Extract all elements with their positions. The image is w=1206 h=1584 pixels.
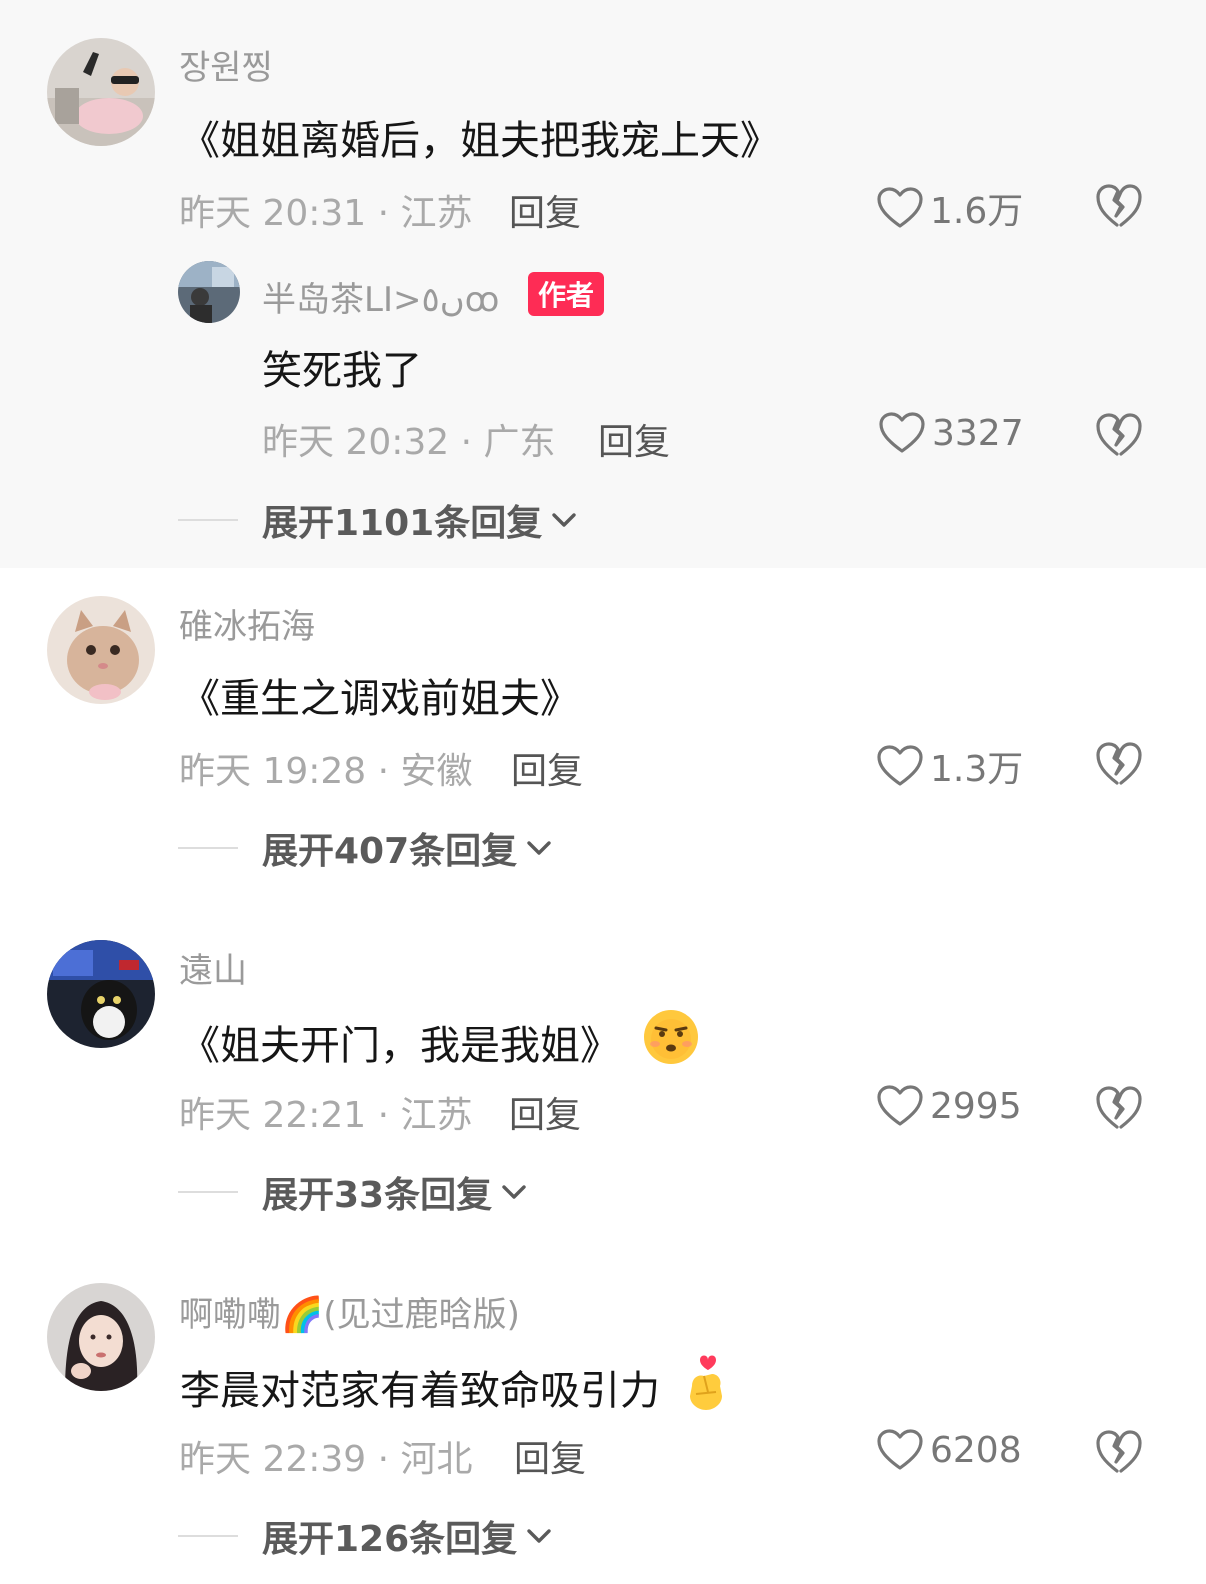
comment-meta: 昨天 19:28 · 安徽 [179,751,473,792]
like-count: 2995 [930,1085,1022,1127]
comment-username[interactable]: 장원찡 [179,40,273,89]
comment-text-label: 《姐姐离婚后，姐夫把我宠上天》 [180,118,780,164]
like-button[interactable]: 2995 [876,1084,1022,1128]
heart-icon [876,1428,924,1472]
chevron-down-icon [525,1526,553,1546]
comment-username[interactable]: 啊嘞嘞🌈(见过鹿晗版) [179,1287,520,1336]
comment-text-label: 《姐夫开门，我是我姐》 [180,1023,620,1069]
reply-meta: 昨天 20:32 · 广东 [262,422,556,463]
like-button[interactable]: 1.6万 [876,182,1023,234]
expand-replies-button[interactable]: 展开126条回复 [178,1510,553,1562]
chevron-down-icon [525,838,553,858]
like-count: 1.3万 [930,749,1024,790]
comment-text: 《姐夫开门，我是我姐》 [180,1008,700,1076]
expand-replies-label: 展开33条回复 [262,1175,493,1216]
broken-heart-icon[interactable] [1094,182,1144,230]
finger-heart-emoji [682,1352,730,1422]
reply-button[interactable]: 回复 [509,1086,581,1138]
reply-button[interactable]: 回复 [514,1430,586,1482]
divider-line [178,1535,238,1537]
heart-icon [878,411,926,455]
like-count: 6208 [930,1429,1022,1471]
user-avatar[interactable] [47,38,155,146]
comment-username[interactable]: 碓冰拓海 [179,599,315,648]
divider-line [178,519,238,521]
author-badge: 作者 [528,272,605,316]
like-button[interactable]: 1.3万 [876,740,1023,792]
reply-text-label: 笑死我了 [262,348,422,394]
reply-text: 笑死我了 [262,338,422,396]
heart-icon [876,744,924,788]
heart-icon [876,1084,924,1128]
reply-button[interactable]: 回复 [511,742,583,794]
chevron-down-icon [500,1182,528,1202]
comment-meta: 昨天 22:39 · 河北 [179,1439,473,1480]
author-avatar[interactable] [178,261,240,323]
chevron-down-icon [550,510,578,530]
comment-text-label: 李晨对范家有着致命吸引力 [180,1368,660,1414]
like-count: 3327 [932,412,1024,454]
user-avatar[interactable] [47,596,155,704]
like-count: 1.6万 [930,191,1024,232]
comment-text: 李晨对范家有着致命吸引力 [180,1352,730,1422]
comment-meta: 昨天 20:31 · 江苏 [179,193,473,234]
smirk-face-emoji [642,1008,700,1076]
divider-line [178,847,238,849]
expand-replies-label: 展开126条回复 [262,1519,518,1560]
heart-icon [876,186,924,230]
expand-replies-label: 展开407条回复 [262,831,518,872]
broken-heart-icon[interactable] [1094,1428,1144,1476]
reply-button[interactable]: 回复 [598,413,670,465]
user-avatar[interactable] [47,940,155,1048]
broken-heart-icon[interactable] [1094,1084,1144,1132]
comment-meta: 昨天 22:21 · 江苏 [179,1095,473,1136]
divider-line [178,1191,238,1193]
comment-text: 《姐姐离婚后，姐夫把我宠上天》 [180,108,780,166]
comment-text: 《重生之调戏前姐夫》 [180,666,580,724]
comment-username[interactable]: 遠山 [179,943,247,992]
expand-replies-button[interactable]: 展开1101条回复 [178,494,578,546]
expand-replies-label: 展开1101条回复 [262,503,543,544]
comment-text-label: 《重生之调戏前姐夫》 [180,676,580,722]
user-avatar[interactable] [47,1283,155,1391]
like-button[interactable]: 3327 [878,411,1024,455]
reply-button[interactable]: 回复 [509,184,581,236]
broken-heart-icon[interactable] [1094,411,1144,459]
like-button[interactable]: 6208 [876,1428,1022,1472]
broken-heart-icon[interactable] [1094,740,1144,788]
reply-username[interactable]: 半岛茶LI>ں٥ꝏ [262,272,499,321]
expand-replies-button[interactable]: 展开407条回复 [178,822,553,874]
expand-replies-button[interactable]: 展开33条回复 [178,1166,528,1218]
